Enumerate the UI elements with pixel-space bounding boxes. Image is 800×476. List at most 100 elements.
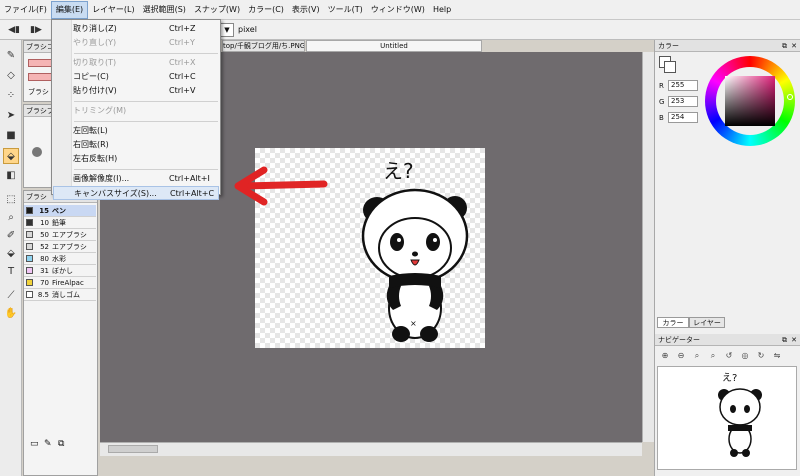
brush-list-item[interactable]: 15 ペン bbox=[24, 205, 96, 217]
menu-view[interactable]: 表示(V) bbox=[288, 0, 324, 20]
fill-tool-icon[interactable]: ■ bbox=[3, 128, 19, 144]
brush-list-item[interactable]: 70 FireAlpac bbox=[24, 277, 96, 289]
brush-list-item[interactable]: 31 ぼかし bbox=[24, 265, 96, 277]
edit-brush-icon[interactable]: ✎ bbox=[44, 439, 52, 449]
move-tool-icon[interactable]: ➤ bbox=[3, 108, 19, 124]
edit-menu-dropdown: 取り消し(Z) Ctrl+Z やり直し(Y) Ctrl+Y 切り取り(T) Ctrl+X コ… bbox=[51, 19, 221, 200]
menu-select[interactable]: 選択範囲(S) bbox=[139, 0, 190, 20]
brush-size: 70 bbox=[40, 278, 49, 287]
zoom-actual-icon[interactable]: ⌕ bbox=[707, 350, 719, 362]
delete-brush-icon[interactable]: ⧉ bbox=[58, 439, 64, 449]
close-navigator-icon[interactable]: ✕ bbox=[791, 334, 797, 346]
next-frame-icon[interactable]: ▮▶ bbox=[28, 22, 44, 38]
right-panel: カラー ⧉ ✕ R 255 G 253 B 254 カラー レイヤー ナビゲータ… bbox=[654, 40, 800, 476]
edit-menu-item[interactable]: コピー(C) Ctrl+C bbox=[53, 70, 219, 84]
flip-icon[interactable]: ⇋ bbox=[771, 350, 783, 362]
lasso-tool-icon[interactable]: ⌕ bbox=[3, 210, 19, 226]
menu-color[interactable]: カラー(C) bbox=[244, 0, 288, 20]
brush-name: 鉛筆 bbox=[52, 218, 66, 227]
menu-edit[interactable]: 編集(E) bbox=[50, 0, 89, 19]
menu-layer[interactable]: レイヤー(L) bbox=[88, 0, 138, 20]
bucket-tool-icon[interactable]: ⬙ bbox=[3, 148, 19, 164]
brush-list-item[interactable]: 8.5 消しゴム bbox=[24, 289, 96, 301]
zoom-in-icon[interactable]: ⊕ bbox=[659, 350, 671, 362]
select-bucket-icon[interactable]: ⬙ bbox=[3, 246, 19, 262]
menu-snap[interactable]: スナップ(W) bbox=[190, 0, 244, 20]
brush-color-swatch bbox=[26, 207, 33, 214]
zoom-out-icon[interactable]: ⊖ bbox=[675, 350, 687, 362]
edit-menu-item[interactable]: 取り消し(Z) Ctrl+Z bbox=[53, 22, 219, 36]
dots-tool-icon[interactable]: ⁘ bbox=[3, 88, 19, 104]
hue-marker[interactable] bbox=[787, 94, 793, 100]
brush-tab[interactable]: ブラシ bbox=[28, 87, 49, 97]
float-navigator-icon[interactable]: ⧉ bbox=[782, 334, 787, 346]
svg-text:×: × bbox=[410, 319, 417, 328]
zoom-fit-icon[interactable]: ⌕ bbox=[691, 350, 703, 362]
brush-size: 31 bbox=[40, 266, 49, 275]
float-panel-icon[interactable]: ⧉ bbox=[782, 40, 787, 52]
brush-tip-preview bbox=[32, 147, 42, 157]
menu-item-label: やり直し(Y) bbox=[73, 38, 117, 47]
horizontal-scroll-thumb[interactable] bbox=[108, 445, 158, 453]
b-value-field[interactable]: 254 bbox=[668, 112, 698, 123]
g-label: G bbox=[659, 98, 665, 106]
brush-name: エアブラシ bbox=[52, 230, 87, 239]
hue-wheel[interactable] bbox=[705, 56, 795, 146]
saturation-value-square[interactable] bbox=[725, 76, 775, 126]
edit-menu-item[interactable]: 左右反転(H) bbox=[53, 152, 219, 166]
menu-file[interactable]: ファイル(F) bbox=[0, 0, 51, 20]
doodle-text: え? bbox=[383, 159, 414, 183]
rotate-left-icon[interactable]: ↺ bbox=[723, 350, 735, 362]
edit-menu-item[interactable]: 右回転(R) bbox=[53, 138, 219, 152]
brush-name: 消しゴム bbox=[52, 290, 80, 299]
menu-item-shortcut: Ctrl+Alt+C bbox=[170, 189, 215, 198]
r-value-field[interactable]: 255 bbox=[668, 80, 698, 91]
gradient-tool-icon[interactable]: ◧ bbox=[3, 168, 19, 184]
pen-tool-icon[interactable]: ✎ bbox=[3, 48, 19, 64]
menu-window[interactable]: ウィンドウ(W) bbox=[367, 0, 429, 20]
text-tool-icon[interactable]: T bbox=[3, 264, 19, 280]
brush-list-item[interactable]: 10 鉛筆 bbox=[24, 217, 96, 229]
close-panel-icon[interactable]: ✕ bbox=[791, 40, 797, 52]
tab-color[interactable]: カラー bbox=[657, 317, 689, 328]
edit-menu-item[interactable]: 貼り付け(V) Ctrl+V bbox=[53, 84, 219, 98]
menu-item-label: トリミング(M) bbox=[73, 106, 127, 115]
edit-menu-item[interactable]: キャンバスサイズ(S)... Ctrl+Alt+C bbox=[53, 186, 219, 200]
hand-tool-icon[interactable]: ✋ bbox=[3, 306, 19, 322]
brush-name: 水彩 bbox=[52, 254, 66, 263]
color-panel-title-label: カラー bbox=[658, 42, 679, 50]
brush-color-swatch bbox=[26, 243, 33, 250]
brush-list-item[interactable]: 52 エアブラシ bbox=[24, 241, 96, 253]
new-brush-icon[interactable]: ▭ bbox=[30, 439, 39, 449]
brush-list-item[interactable]: 80 水彩 bbox=[24, 253, 96, 265]
eraser-tool-icon[interactable]: ◇ bbox=[3, 68, 19, 84]
horizontal-scrollbar[interactable] bbox=[100, 442, 642, 456]
select-rect-tool-icon[interactable]: ⬚ bbox=[3, 192, 19, 208]
navigator-preview[interactable]: え? bbox=[657, 366, 797, 470]
edit-menu-item: やり直し(Y) Ctrl+Y bbox=[53, 36, 219, 50]
tab-file[interactable]: top/千観ブログ用/ち.PNG bbox=[222, 40, 305, 52]
brush-list-panel: ブラシ 15 ペン 10 鉛筆 50 エアブラシ 52 エアブラシ 80 水彩 31 ぼかし 70 Fir… bbox=[23, 190, 98, 476]
edit-menu-item: トリミング(M) bbox=[53, 104, 219, 118]
edit-menu-item[interactable]: 左回転(L) bbox=[53, 124, 219, 138]
red-arrow-annotation bbox=[234, 166, 328, 206]
select-pen-icon[interactable]: ✐ bbox=[3, 228, 19, 244]
eyedropper-tool-icon[interactable]: ⟋ bbox=[3, 288, 19, 304]
edit-menu-item[interactable]: 画像解像度(I)... Ctrl+Alt+I bbox=[53, 172, 219, 186]
menu-help[interactable]: Help bbox=[429, 0, 455, 20]
brush-list-item[interactable]: 50 エアブラシ bbox=[24, 229, 96, 241]
secondary-color-swatch[interactable] bbox=[664, 61, 676, 73]
menu-tool[interactable]: ツール(T) bbox=[324, 0, 367, 20]
menu-separator bbox=[74, 101, 218, 102]
tab-layer[interactable]: レイヤー bbox=[689, 317, 725, 328]
rotate-reset-icon[interactable]: ◎ bbox=[739, 350, 751, 362]
unit-dropdown-button[interactable]: ▼ bbox=[220, 23, 234, 37]
g-value-field[interactable]: 253 bbox=[668, 96, 698, 107]
brush-name: エアブラシ bbox=[52, 242, 87, 251]
rotate-right-icon[interactable]: ↻ bbox=[755, 350, 767, 362]
vertical-scrollbar[interactable] bbox=[642, 52, 654, 442]
menu-item-label: 画像解像度(I)... bbox=[73, 174, 130, 183]
menu-item-label: 左右反転(H) bbox=[73, 154, 118, 163]
prev-frame-icon[interactable]: ◀▮ bbox=[6, 22, 22, 38]
tab-untitled[interactable]: Untitled bbox=[306, 40, 482, 52]
